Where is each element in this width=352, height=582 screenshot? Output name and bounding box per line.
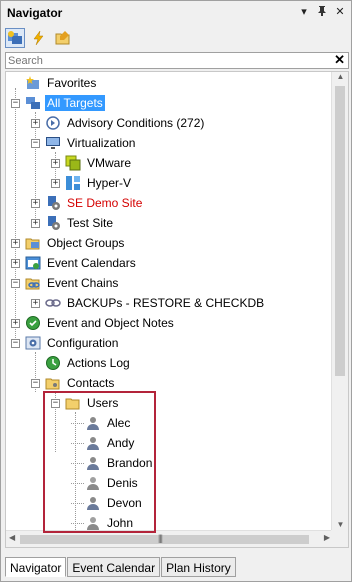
- all-targets-icon: [24, 95, 41, 112]
- search-bar: ✕: [5, 52, 349, 69]
- tree-node-se-demo-site[interactable]: + SE Demo Site: [31, 193, 144, 213]
- expand-icon[interactable]: +: [51, 158, 60, 168]
- vertical-scrollbar[interactable]: ▲ ▼: [331, 72, 348, 532]
- expand-icon[interactable]: +: [31, 198, 40, 208]
- tree-node-event-chains[interactable]: − Event Chains: [11, 273, 120, 293]
- scroll-right-icon[interactable]: ▶: [324, 533, 330, 542]
- tree-node-label: BACKUPs - RESTORE & CHECKDB: [67, 296, 265, 310]
- expand-icon[interactable]: +: [11, 238, 20, 248]
- notes-icon: [24, 315, 41, 332]
- monitor-icon: [44, 135, 61, 152]
- tree-node-actions-log[interactable]: Actions Log: [31, 353, 132, 373]
- tree-node-label: Event and Object Notes: [47, 316, 174, 330]
- tree-guide-line: [15, 88, 16, 348]
- tree-node-test-site[interactable]: + Test Site: [31, 213, 115, 233]
- site-icon: [44, 195, 61, 212]
- tree-node-label: Test Site: [67, 216, 114, 230]
- tree-node-virtualization[interactable]: − Virtualization: [31, 133, 137, 153]
- scrollbar-corner: [331, 530, 348, 547]
- expand-icon[interactable]: +: [31, 218, 40, 228]
- navigator-panel: Navigator ▾ ✕ ✕: [0, 0, 352, 582]
- tree-node-label: SE Demo Site: [67, 196, 143, 210]
- expand-icon[interactable]: +: [31, 118, 40, 128]
- tree-node-vmware[interactable]: + VMware: [51, 153, 133, 173]
- event-chains-icon: [24, 275, 41, 292]
- tree-node-label: Actions Log: [67, 356, 130, 370]
- tree-node-label: Configuration: [47, 336, 119, 350]
- search-input[interactable]: [8, 53, 328, 68]
- tree-node-label: Event Chains: [47, 276, 119, 290]
- site-icon: [44, 215, 61, 232]
- tab-event-calendar[interactable]: Event Calendar: [67, 557, 161, 577]
- tree-node-label: Hyper-V: [87, 176, 132, 190]
- tree-node-hyperv[interactable]: + Hyper-V: [51, 173, 133, 193]
- close-icon[interactable]: ✕: [333, 5, 347, 19]
- tree-node-label: Object Groups: [47, 236, 125, 250]
- tree-node-label: All Targets: [45, 95, 105, 111]
- tree-node-event-notes[interactable]: + Event and Object Notes: [11, 313, 176, 333]
- events-icon[interactable]: [29, 28, 49, 48]
- tree-node-label: Favorites: [47, 76, 97, 90]
- collapse-icon[interactable]: −: [31, 378, 40, 388]
- scrollbar-thumb[interactable]: [20, 535, 309, 544]
- folder-icon: [44, 375, 61, 392]
- object-groups-icon: [24, 235, 41, 252]
- advisory-icon: [44, 115, 61, 132]
- expand-icon[interactable]: +: [51, 178, 60, 188]
- targets-icon[interactable]: [5, 28, 25, 48]
- collapse-icon[interactable]: −: [31, 138, 40, 148]
- scroll-left-icon[interactable]: ◀: [9, 533, 15, 542]
- chain-link-icon: [44, 295, 61, 312]
- vmware-icon: [64, 155, 81, 172]
- tree-node-favorites[interactable]: Favorites: [11, 73, 98, 93]
- tree-node-all-targets[interactable]: − All Targets: [11, 93, 105, 113]
- collapse-icon[interactable]: −: [11, 278, 20, 288]
- expand-icon[interactable]: +: [11, 318, 20, 328]
- panel-title-buttons: ▾ ✕: [297, 5, 347, 19]
- tree-node-label: Advisory Conditions (272): [67, 116, 205, 130]
- panel-titlebar: Navigator ▾ ✕: [1, 1, 351, 25]
- tree-node-label: Virtualization: [67, 136, 136, 150]
- collapse-icon[interactable]: −: [11, 98, 20, 108]
- search-clear-icon[interactable]: ✕: [334, 52, 345, 68]
- navigator-toolbar: [5, 27, 73, 49]
- scrollbar-thumb[interactable]: [335, 86, 345, 376]
- collapse-icon[interactable]: −: [11, 338, 20, 348]
- pin-icon[interactable]: [315, 5, 329, 19]
- scrollbar-grip-icon: |||: [158, 533, 163, 543]
- bottom-tabs: Navigator Event Calendar Plan History: [5, 557, 237, 577]
- calendar-icon: [24, 255, 41, 272]
- tab-navigator[interactable]: Navigator: [5, 557, 67, 577]
- expand-icon[interactable]: +: [31, 298, 40, 308]
- users-highlight-box: [43, 391, 156, 533]
- tree-node-object-groups[interactable]: + Object Groups: [11, 233, 126, 253]
- tree-node-backups[interactable]: + BACKUPs - RESTORE & CHECKDB: [31, 293, 266, 313]
- tree-node-configuration[interactable]: − Configuration: [11, 333, 120, 353]
- actions-log-icon: [44, 355, 61, 372]
- tree-node-label: Contacts: [67, 376, 115, 390]
- expand-icon[interactable]: +: [11, 258, 20, 268]
- configuration-icon: [24, 335, 41, 352]
- tree-node-contacts[interactable]: − Contacts: [31, 373, 116, 393]
- folder-edit-icon[interactable]: [53, 28, 73, 48]
- tree-node-label: VMware: [87, 156, 132, 170]
- dropdown-icon[interactable]: ▾: [297, 5, 311, 19]
- panel-title: Navigator: [7, 6, 63, 20]
- favorites-icon: [24, 75, 41, 92]
- scroll-up-icon[interactable]: ▲: [332, 72, 348, 84]
- tree-node-advisory-conditions[interactable]: + Advisory Conditions (272): [31, 113, 206, 133]
- tab-plan-history[interactable]: Plan History: [161, 557, 236, 577]
- tree-node-label: Event Calendars: [47, 256, 136, 270]
- hyperv-icon: [64, 175, 81, 192]
- tree-node-event-calendars[interactable]: + Event Calendars: [11, 253, 138, 273]
